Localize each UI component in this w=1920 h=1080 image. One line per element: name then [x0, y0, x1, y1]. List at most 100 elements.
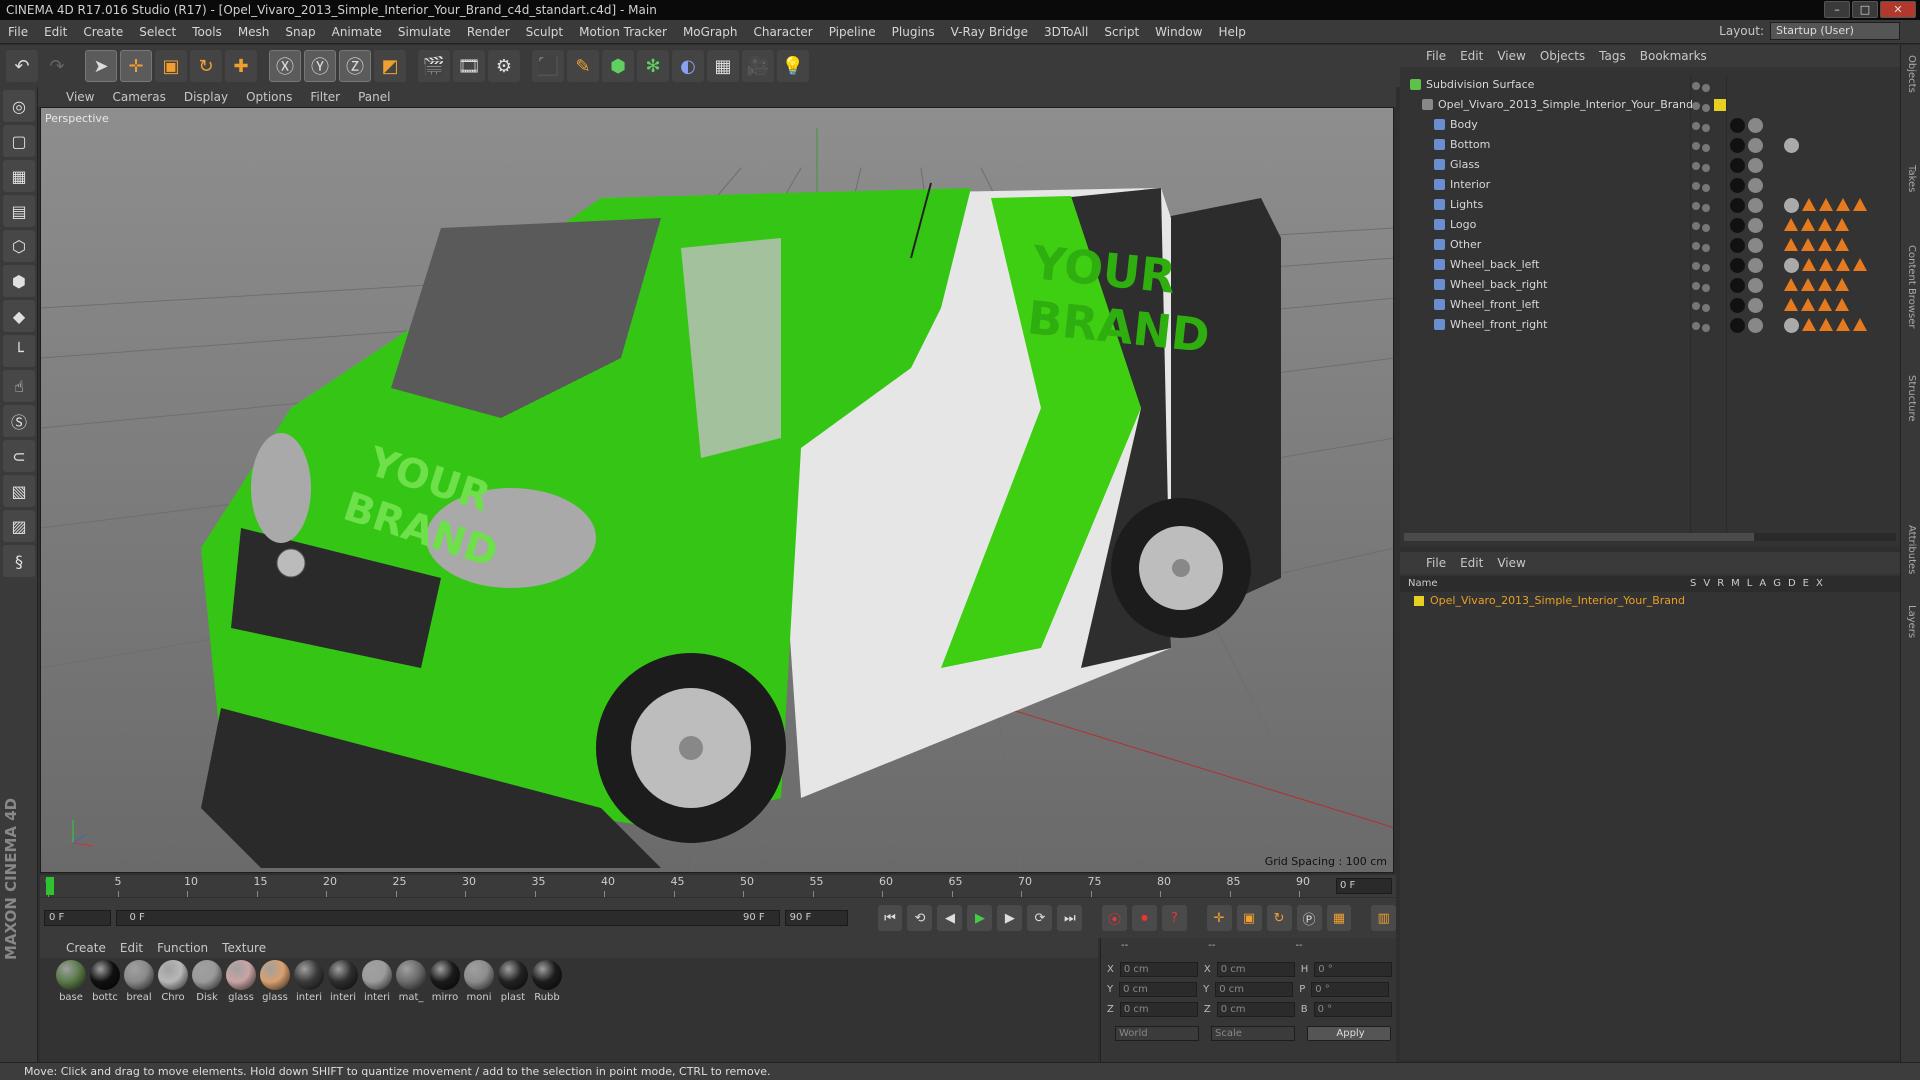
- material-tag-icon[interactable]: [1766, 218, 1781, 233]
- material-tag-icon[interactable]: [1748, 198, 1763, 213]
- menu-3dtoall[interactable]: 3DToAll: [1036, 25, 1096, 39]
- warning-tag-icon[interactable]: [1835, 278, 1849, 291]
- material-swatch[interactable]: glass: [224, 958, 258, 1003]
- render-dot[interactable]: [1702, 84, 1710, 92]
- menu-tools[interactable]: Tools: [184, 25, 230, 39]
- warning-tag-icon[interactable]: [1853, 318, 1867, 331]
- tab-takes[interactable]: Takes: [1906, 165, 1917, 192]
- object-row[interactable]: Wheel_back_left: [1400, 255, 1900, 275]
- warning-tag-icon[interactable]: [1818, 298, 1832, 311]
- object-row[interactable]: Body: [1400, 115, 1900, 135]
- layer-row[interactable]: Opel_Vivaro_2013_Simple_Interior_Your_Br…: [1400, 592, 1900, 610]
- material-tag-icon[interactable]: [1784, 138, 1799, 153]
- layer-menu-file[interactable]: File: [1426, 556, 1446, 570]
- menu-character[interactable]: Character: [745, 25, 820, 39]
- material-tag-icon[interactable]: [1748, 218, 1763, 233]
- layer-menu-view[interactable]: View: [1497, 556, 1525, 570]
- menu-file[interactable]: File: [0, 25, 36, 39]
- object-menu-objects[interactable]: Objects: [1540, 49, 1585, 63]
- material-tag-icon[interactable]: [1766, 258, 1781, 273]
- material-tag-icon[interactable]: [1766, 278, 1781, 293]
- visibility-dot[interactable]: [1692, 242, 1700, 250]
- object-row[interactable]: Opel_Vivaro_2013_Simple_Interior_Your_Br…: [1400, 95, 1900, 115]
- menu-window[interactable]: Window: [1147, 25, 1210, 39]
- material-swatch[interactable]: Chro: [156, 958, 190, 1003]
- lock-workplane-icon[interactable]: ▧: [3, 475, 35, 507]
- visibility-dot[interactable]: [1692, 262, 1700, 270]
- object-row[interactable]: Bottom: [1400, 135, 1900, 155]
- scale-dropdown[interactable]: Scale: [1211, 1026, 1295, 1041]
- menu-mograph[interactable]: MoGraph: [675, 25, 746, 39]
- menu-edit[interactable]: Edit: [36, 25, 75, 39]
- snap-icon[interactable]: Ⓢ: [3, 405, 35, 437]
- material-tag-icon[interactable]: [1766, 198, 1781, 213]
- material-tag-icon[interactable]: [1748, 138, 1763, 153]
- render-picture-viewer-icon[interactable]: 🎞: [453, 50, 485, 82]
- redo-icon[interactable]: ↷: [41, 50, 73, 82]
- next-key-icon[interactable]: ⟳: [1027, 905, 1053, 931]
- material-tag-icon[interactable]: [1730, 238, 1745, 253]
- camera-label[interactable]: Perspective: [45, 112, 109, 125]
- visibility-dot[interactable]: [1692, 302, 1700, 310]
- play-icon[interactable]: ▶: [967, 905, 993, 931]
- material-swatch[interactable]: interi: [360, 958, 394, 1003]
- material-menu-edit[interactable]: Edit: [120, 941, 143, 955]
- render-dot[interactable]: [1702, 164, 1710, 172]
- coordinate-system-icon[interactable]: ◩: [374, 50, 406, 82]
- tab-structure[interactable]: Structure: [1906, 375, 1917, 422]
- object-row[interactable]: Other: [1400, 235, 1900, 255]
- material-tag-icon[interactable]: [1748, 318, 1763, 333]
- magnet-icon[interactable]: ⊂: [3, 440, 35, 472]
- y-axis-lock-icon[interactable]: Ⓨ: [304, 50, 336, 82]
- menu-help[interactable]: Help: [1210, 25, 1253, 39]
- warning-tag-icon[interactable]: [1836, 318, 1850, 331]
- visibility-dot[interactable]: [1692, 82, 1700, 90]
- material-tag-icon[interactable]: [1748, 298, 1763, 313]
- visibility-dot[interactable]: [1692, 322, 1700, 330]
- viewport-menu-view[interactable]: View: [66, 90, 94, 104]
- select-arrow-icon[interactable]: ➤: [85, 50, 117, 82]
- texture-mode-icon[interactable]: ▦: [3, 160, 35, 192]
- spline-pen-icon[interactable]: ✎: [567, 50, 599, 82]
- light-icon[interactable]: 💡: [777, 50, 809, 82]
- render-settings-icon[interactable]: ⚙: [488, 50, 520, 82]
- z-axis-lock-icon[interactable]: Ⓩ: [339, 50, 371, 82]
- material-tag-icon[interactable]: [1784, 198, 1799, 213]
- workplane-icon[interactable]: ▤: [3, 195, 35, 227]
- object-row[interactable]: Logo: [1400, 215, 1900, 235]
- material-tag-icon[interactable]: [1766, 238, 1781, 253]
- warning-tag-icon[interactable]: [1818, 238, 1832, 251]
- material-tag-icon[interactable]: [1730, 118, 1745, 133]
- material-tag-icon[interactable]: [1766, 178, 1781, 193]
- pos-y-field[interactable]: 0 cm: [1119, 982, 1198, 997]
- visibility-dot[interactable]: [1692, 222, 1700, 230]
- move-tool-icon[interactable]: ✛: [120, 50, 152, 82]
- visibility-dot[interactable]: [1692, 182, 1700, 190]
- warning-tag-icon[interactable]: [1818, 278, 1832, 291]
- material-tag-icon[interactable]: [1730, 158, 1745, 173]
- maximize-button[interactable]: □: [1852, 1, 1878, 18]
- menu-snap[interactable]: Snap: [277, 25, 323, 39]
- warning-tag-icon[interactable]: [1853, 198, 1867, 211]
- warning-tag-icon[interactable]: [1819, 318, 1833, 331]
- material-tag-icon[interactable]: [1766, 138, 1781, 153]
- autokeying-icon[interactable]: ⏺: [1131, 905, 1157, 931]
- frame-range-slider[interactable]: 0 F 90 F: [116, 910, 780, 926]
- material-swatch[interactable]: base: [54, 958, 88, 1003]
- deformer-icon[interactable]: ◐: [672, 50, 704, 82]
- points-mode-icon[interactable]: ⬡: [3, 230, 35, 262]
- warning-tag-icon[interactable]: [1836, 198, 1850, 211]
- start-frame-field[interactable]: 0 F: [44, 910, 112, 926]
- viewport-menu-panel[interactable]: Panel: [358, 90, 390, 104]
- material-tag-icon[interactable]: [1748, 118, 1763, 133]
- size-x-field[interactable]: 0 cm: [1216, 962, 1295, 977]
- render-dot[interactable]: [1702, 224, 1710, 232]
- close-button[interactable]: ✕: [1880, 1, 1916, 18]
- viewport-menu-display[interactable]: Display: [184, 90, 228, 104]
- warning-tag-icon[interactable]: [1801, 218, 1815, 231]
- render-dot[interactable]: [1702, 144, 1710, 152]
- object-row[interactable]: Interior: [1400, 175, 1900, 195]
- model-mode-icon[interactable]: ▢: [3, 125, 35, 157]
- object-row[interactable]: Subdivision Surface: [1400, 75, 1900, 95]
- object-row[interactable]: Wheel_front_right: [1400, 315, 1900, 335]
